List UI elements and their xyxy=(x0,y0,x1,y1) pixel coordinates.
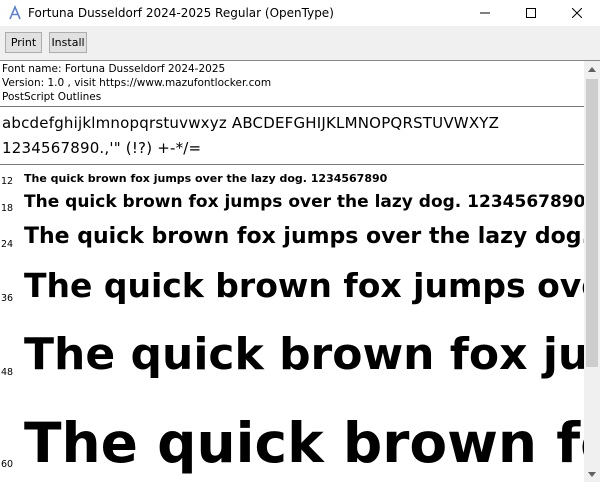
scrollbar-thumb[interactable] xyxy=(586,79,598,367)
sample-text-48: The quick brown fox jumps over the lazy … xyxy=(24,329,584,380)
size-label-48: 48 xyxy=(1,367,14,378)
font-viewer-icon xyxy=(7,4,23,21)
divider xyxy=(0,106,584,107)
minimize-icon xyxy=(480,12,490,14)
maximize-icon xyxy=(526,8,536,18)
toolbar: Print Install xyxy=(0,26,600,61)
charset-letters: abcdefghijklmnopqrstuvwxyz ABCDEFGHIJKLM… xyxy=(2,114,500,132)
sample-text-18: The quick brown fox jumps over the lazy … xyxy=(24,192,584,212)
sample-text-12: The quick brown fox jumps over the lazy … xyxy=(24,172,388,185)
minimize-button[interactable] xyxy=(462,0,508,26)
close-button[interactable] xyxy=(554,0,600,26)
divider xyxy=(0,164,584,165)
sample-text-24: The quick brown fox jumps over the lazy … xyxy=(24,224,584,249)
size-label-36: 36 xyxy=(1,293,14,304)
scroll-down-button[interactable] xyxy=(584,466,600,482)
size-label-18: 18 xyxy=(1,203,14,214)
window-title: Fortuna Dusseldorf 2024-2025 Regular (Op… xyxy=(28,6,334,20)
print-button[interactable]: Print xyxy=(5,32,42,53)
font-outline-line: PostScript Outlines xyxy=(2,91,102,103)
font-version-line: Version: 1.0 , visit https://www.mazufon… xyxy=(2,77,272,89)
close-icon xyxy=(572,8,582,18)
sample-text-60: The quick brown fox jumps over the lazy … xyxy=(24,411,584,475)
sample-text-36: The quick brown fox jumps over the lazy … xyxy=(24,266,584,305)
maximize-button[interactable] xyxy=(508,0,554,26)
charset-symbols: 1234567890.,'" (!?) +-*/= xyxy=(2,139,202,157)
chevron-up-icon xyxy=(588,66,596,72)
font-name-line: Font name: Fortuna Dusseldorf 2024-2025 xyxy=(2,63,226,75)
chevron-down-icon xyxy=(588,471,596,477)
vertical-scrollbar[interactable] xyxy=(584,61,600,482)
font-preview-area: Font name: Fortuna Dusseldorf 2024-2025 … xyxy=(0,61,584,482)
install-button[interactable]: Install xyxy=(49,32,87,53)
scroll-up-button[interactable] xyxy=(584,61,600,77)
size-label-12: 12 xyxy=(1,176,14,187)
size-label-60: 60 xyxy=(1,459,14,470)
size-label-24: 24 xyxy=(1,239,14,250)
font-info: Font name: Fortuna Dusseldorf 2024-2025 … xyxy=(2,62,271,104)
title-bar: Fortuna Dusseldorf 2024-2025 Regular (Op… xyxy=(0,0,600,26)
